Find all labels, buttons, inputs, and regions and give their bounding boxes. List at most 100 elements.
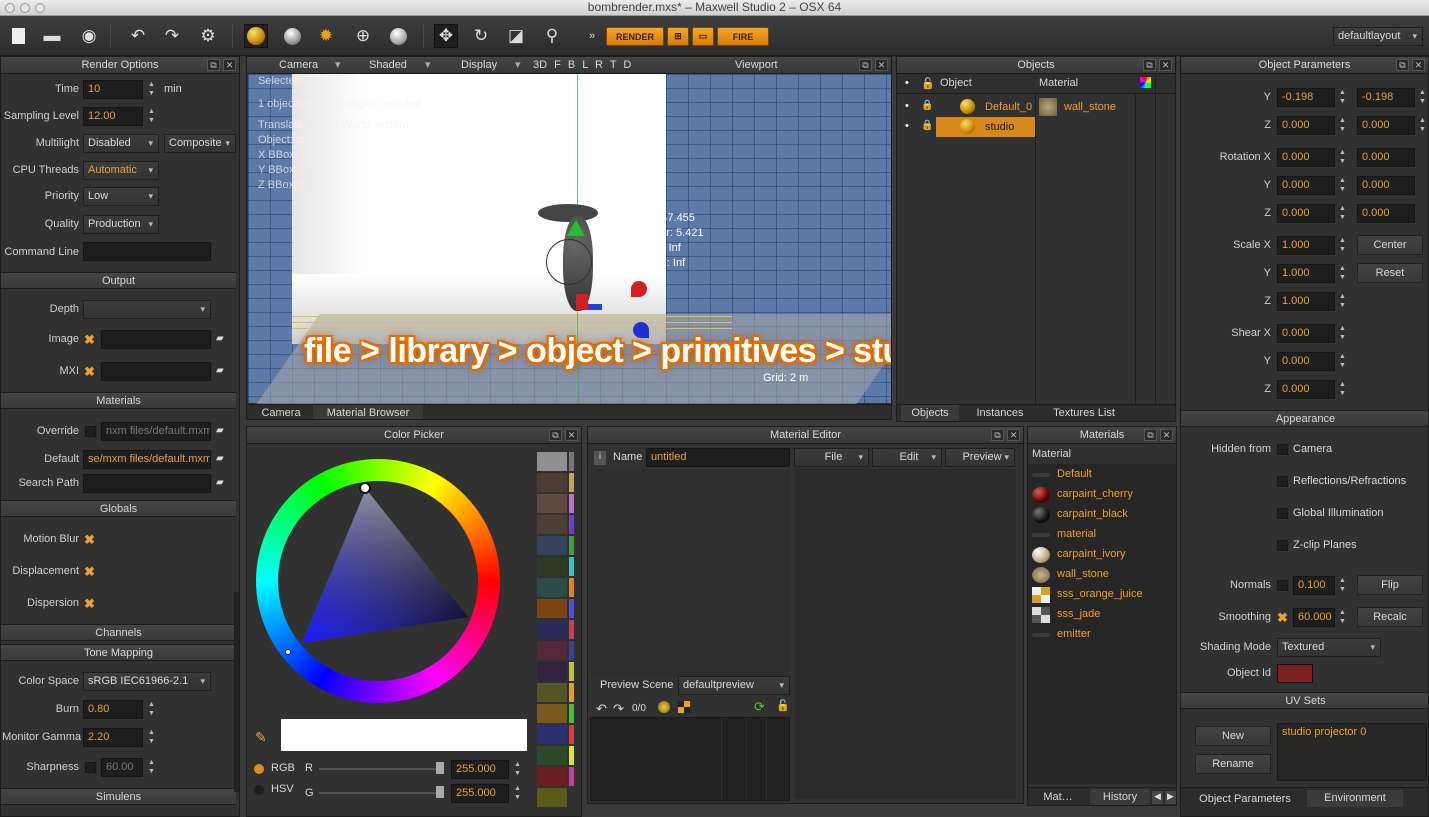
close-panel-icon[interactable]: ✕ bbox=[1412, 59, 1425, 71]
float-panel-icon[interactable]: ⧉ bbox=[991, 429, 1004, 441]
material-item[interactable]: Default bbox=[1030, 465, 1175, 485]
object-row-default[interactable]: • 🔒 Default_0 wall_stone bbox=[897, 97, 1175, 117]
refresh-icon[interactable]: ⟳ bbox=[754, 699, 765, 715]
material-item[interactable]: carpaint_cherry bbox=[1030, 485, 1175, 505]
scale-x-stepper[interactable]: ▲ ▼ bbox=[1337, 236, 1348, 255]
rotate-gizmo[interactable] bbox=[546, 239, 592, 285]
scale-z-input[interactable]: 1.000 bbox=[1277, 292, 1335, 311]
image-enabled-checkbox[interactable]: ✖ bbox=[84, 333, 96, 346]
material-item[interactable]: material bbox=[1030, 525, 1175, 545]
hidden-zclip-checkbox[interactable] bbox=[1277, 540, 1288, 551]
quality-select[interactable]: Production bbox=[83, 215, 159, 234]
rotation-y-input[interactable]: 0.000 bbox=[1277, 176, 1335, 195]
r-slider[interactable] bbox=[319, 768, 443, 770]
g-slider[interactable] bbox=[319, 792, 443, 794]
emitter-sphere-icon[interactable] bbox=[280, 24, 304, 48]
color-space-select[interactable]: sRGB IEC61966-2.1 bbox=[83, 672, 211, 691]
tab-textures-list[interactable]: Textures List bbox=[1041, 405, 1127, 421]
hidden-camera-checkbox[interactable] bbox=[1277, 444, 1288, 455]
burn-input[interactable]: 0.80 bbox=[83, 700, 143, 719]
hidden-reflections-checkbox[interactable] bbox=[1277, 476, 1288, 487]
g-slider-thumb[interactable] bbox=[436, 786, 444, 798]
shear-x-input[interactable]: 0.000 bbox=[1277, 324, 1335, 343]
hsv-radio[interactable] bbox=[254, 785, 264, 795]
scale-z-stepper[interactable]: ▲ ▼ bbox=[1337, 292, 1348, 311]
rename-uv-button[interactable]: Rename bbox=[1195, 754, 1271, 774]
pos-z-stepper[interactable]: ▲ ▼ bbox=[1337, 116, 1348, 135]
burn-stepper[interactable]: ▲ ▼ bbox=[146, 700, 157, 719]
rotation-pivot-x-input[interactable]: 0.000 bbox=[1357, 148, 1415, 167]
scale-x-input[interactable]: 1.000 bbox=[1277, 236, 1335, 255]
materials-list[interactable]: Default carpaint_cherry carpaint_black m… bbox=[1028, 464, 1176, 784]
object-id-color-swatch[interactable] bbox=[1277, 664, 1313, 683]
pos-y-input[interactable]: -0.198 bbox=[1277, 88, 1335, 107]
image-path-input[interactable] bbox=[101, 330, 211, 349]
col-material[interactable]: Material bbox=[1039, 77, 1078, 89]
render-button[interactable]: RENDER bbox=[606, 27, 664, 46]
material-name-input[interactable]: untitled bbox=[646, 448, 790, 467]
sharpness-input[interactable]: 60.00 bbox=[101, 758, 143, 777]
g-stepper[interactable]: ▲ ▼ bbox=[512, 784, 523, 803]
file-menu[interactable]: File bbox=[794, 448, 869, 467]
shear-z-input[interactable]: 0.000 bbox=[1277, 380, 1335, 399]
pos-z-input[interactable]: 0.000 bbox=[1277, 116, 1335, 135]
tab-camera[interactable]: Camera bbox=[253, 405, 309, 419]
color-column-icon[interactable] bbox=[1140, 77, 1151, 88]
reset-button[interactable]: Reset bbox=[1357, 263, 1423, 283]
edit-menu[interactable]: Edit bbox=[872, 448, 942, 467]
rotation-x-input[interactable]: 0.000 bbox=[1277, 148, 1335, 167]
pos-y-stepper[interactable]: ▲ ▼ bbox=[1337, 88, 1348, 107]
color-swatches[interactable] bbox=[535, 449, 581, 807]
depth-select[interactable] bbox=[83, 300, 211, 319]
pick-tool-icon[interactable]: ⚲ bbox=[540, 24, 564, 48]
appearance-section-header[interactable]: Appearance bbox=[1181, 410, 1428, 427]
float-panel-icon[interactable]: ⧉ bbox=[859, 59, 872, 71]
hue-ring-handle[interactable] bbox=[359, 482, 371, 494]
close-panel-icon[interactable]: ✕ bbox=[1160, 429, 1173, 441]
mxi-path-input[interactable] bbox=[101, 362, 211, 381]
undo-icon[interactable]: ↶ bbox=[126, 24, 150, 48]
close-panel-icon[interactable]: ✕ bbox=[223, 59, 236, 71]
multilight-select[interactable]: Disabled bbox=[83, 134, 159, 153]
r-input[interactable]: 255.000 bbox=[451, 760, 509, 779]
center-button[interactable]: Center bbox=[1357, 235, 1423, 255]
output-section-header[interactable]: Output bbox=[1, 272, 236, 289]
uv-sets-section-header[interactable]: UV Sets bbox=[1181, 692, 1428, 709]
more-tools-icon[interactable]: » bbox=[580, 24, 604, 48]
material-item[interactable]: sss_jade bbox=[1030, 605, 1175, 625]
preview-menu[interactable]: Preview bbox=[945, 448, 1015, 467]
shading-mode-select[interactable]: Textured bbox=[1277, 638, 1381, 657]
float-panel-icon[interactable]: ⧉ bbox=[1144, 429, 1157, 441]
globals-section-header[interactable]: Globals bbox=[1, 500, 236, 517]
uv-sets-list[interactable]: studio projector 0 bbox=[1277, 723, 1427, 781]
tab-object-parameters[interactable]: Object Parameters bbox=[1187, 791, 1303, 808]
material-sphere-icon[interactable] bbox=[244, 24, 268, 48]
lock-icon[interactable]: 🔓 bbox=[776, 699, 790, 712]
scale-y-stepper[interactable]: ▲ ▼ bbox=[1337, 264, 1348, 283]
rotation-y-stepper[interactable]: ▲ ▼ bbox=[1337, 176, 1348, 195]
settings-gear-icon[interactable]: ⚙ bbox=[196, 24, 220, 48]
tab-scroll-left-icon[interactable]: ◀ bbox=[1152, 791, 1163, 804]
flip-button[interactable]: Flip bbox=[1357, 575, 1423, 595]
tab-scroll-right-icon[interactable]: ▶ bbox=[1165, 791, 1176, 804]
material-item[interactable]: sss_orange_juice bbox=[1030, 585, 1175, 605]
channels-section-header[interactable]: Channels bbox=[1, 624, 236, 641]
redo-icon[interactable]: ↷ bbox=[613, 701, 624, 717]
motion-blur-checkbox[interactable]: ✖ bbox=[84, 533, 96, 546]
eyedropper-icon[interactable]: ✎ bbox=[255, 729, 275, 749]
tab-material-browser[interactable]: Material Browser bbox=[313, 405, 423, 419]
open-folder-icon[interactable]: ▬ bbox=[40, 24, 64, 48]
minimize-window-button[interactable] bbox=[20, 3, 30, 13]
float-panel-icon[interactable]: ⧉ bbox=[549, 429, 562, 441]
checker-background-icon[interactable] bbox=[678, 701, 690, 713]
tab-objects[interactable]: Objects bbox=[901, 405, 959, 421]
rotation-z-input[interactable]: 0.000 bbox=[1277, 204, 1335, 223]
hidden-gi-checkbox[interactable] bbox=[1277, 508, 1288, 519]
smoothing-stepper[interactable]: ▲ ▼ bbox=[1337, 608, 1348, 627]
material-item[interactable]: carpaint_ivory bbox=[1030, 545, 1175, 565]
default-material-input[interactable]: se/mxm files/default.mxm bbox=[83, 450, 211, 469]
save-disc-icon[interactable]: ◉ bbox=[77, 24, 101, 48]
new-scene-icon[interactable] bbox=[6, 24, 30, 48]
hue-ring[interactable] bbox=[256, 459, 500, 703]
rotate-tool-icon[interactable]: ↻ bbox=[469, 24, 493, 48]
